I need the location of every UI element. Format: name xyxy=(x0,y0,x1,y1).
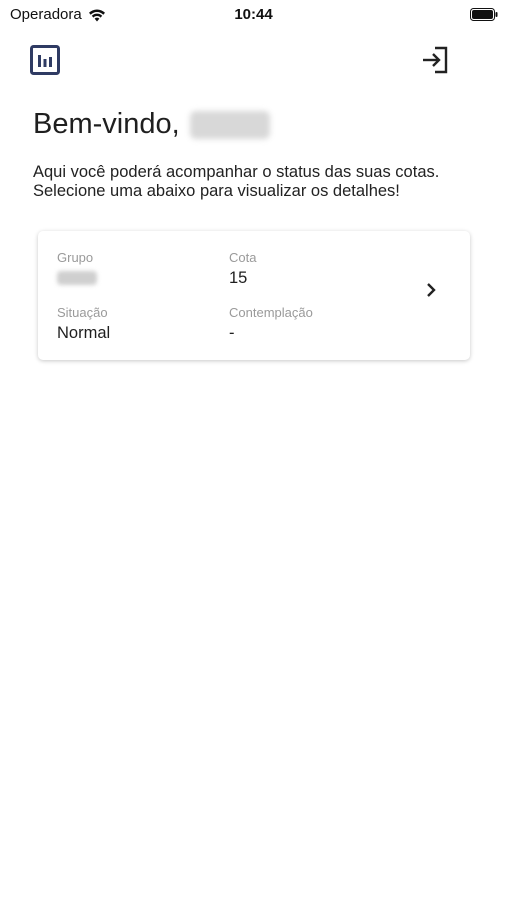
stats-button[interactable] xyxy=(30,45,60,75)
contemplacao-label: Contemplação xyxy=(229,305,313,320)
clock: 10:44 xyxy=(234,6,273,23)
contemplacao-field: Contemplação - xyxy=(229,305,313,343)
cota-label: Cota xyxy=(229,250,257,265)
battery-icon xyxy=(470,8,498,21)
situacao-field: Situação Normal xyxy=(57,305,110,343)
welcome-heading: Bem-vindo, xyxy=(33,108,270,141)
logout-button[interactable] xyxy=(420,45,450,75)
situacao-label: Situação xyxy=(57,305,108,320)
bar-chart-icon xyxy=(30,45,60,75)
quota-card[interactable]: Grupo Cota 15 Situação Normal Contemplaç… xyxy=(38,231,470,360)
logout-icon xyxy=(423,46,448,74)
redacted-user-name xyxy=(189,110,270,139)
cota-field: Cota 15 xyxy=(229,250,256,288)
welcome-greeting: Bem-vindo, xyxy=(33,108,180,140)
intro-text: Aqui você poderá acompanhar o status das… xyxy=(33,163,440,200)
situacao-value: Normal xyxy=(57,324,111,342)
grupo-field: Grupo xyxy=(57,250,97,290)
cota-value: 15 xyxy=(229,269,248,287)
chevron-right-icon[interactable] xyxy=(424,281,438,299)
grupo-label: Grupo xyxy=(57,250,94,265)
status-bar: Operadora 10:44 xyxy=(0,0,507,30)
redacted-grupo-value xyxy=(57,271,97,285)
contemplacao-value: - xyxy=(229,324,235,342)
